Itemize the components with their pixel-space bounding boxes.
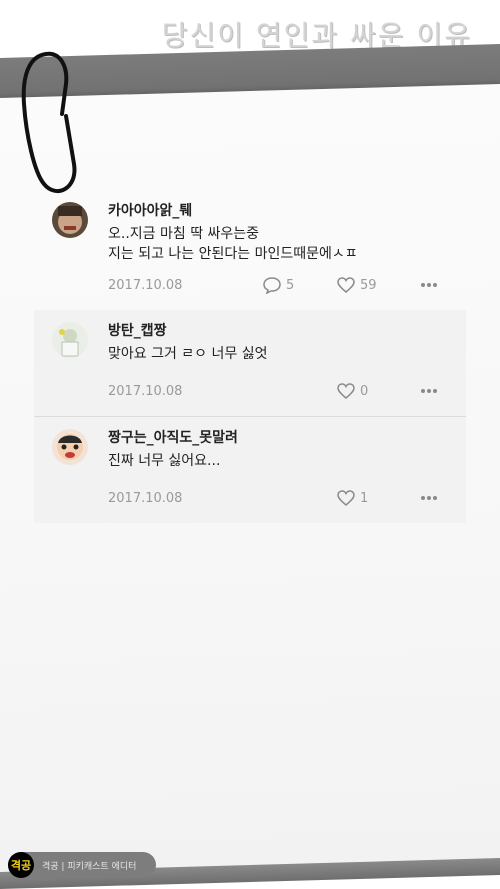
reply-button[interactable]: 5: [262, 276, 294, 294]
comment-text: 오..지금 마침 딱 싸우는중 지는 되고 나는 안된다는 마인드때문에ㅅㅍ: [108, 224, 446, 264]
like-button[interactable]: 1: [336, 489, 368, 507]
reply-date: 2017.10.08: [108, 491, 183, 506]
more-dots-icon[interactable]: [420, 282, 438, 288]
avatar[interactable]: [52, 202, 88, 238]
like-count: 59: [360, 277, 377, 293]
heart-icon: [337, 490, 355, 506]
comment-text-line: 지는 되고 나는 안된다는 마인드때문에ㅅㅍ: [108, 246, 358, 262]
reply-text: 맞아요 그거 ㄹㅇ 너무 싫엇: [108, 346, 268, 362]
like-button[interactable]: 59: [336, 276, 377, 294]
heart-icon: [337, 277, 355, 293]
reply-list: 방탄_캡짱 맞아요 그거 ㄹㅇ 너무 싫엇 2017.10.08 0 짱구는_아…: [34, 310, 466, 523]
comment-date: 2017.10.08: [108, 278, 183, 293]
paperclip-icon: [21, 51, 77, 194]
footer-text: 격공 | 피키캐스트 에디터: [42, 861, 137, 872]
reply-date: 2017.10.08: [108, 384, 183, 399]
like-count: 1: [360, 490, 369, 506]
more-dots-icon[interactable]: [420, 495, 438, 501]
footer-logo: 격공: [8, 852, 34, 878]
reply-username[interactable]: 방탄_캡짱: [108, 322, 446, 340]
comment-meta: 2017.10.08 5 59: [108, 276, 438, 296]
like-button[interactable]: 0: [336, 382, 368, 400]
avatar[interactable]: [52, 322, 88, 358]
comment-item: 카아아아앍_퉤 오..지금 마침 딱 싸우는중 지는 되고 나는 안된다는 마인…: [34, 190, 466, 310]
reply-item: 방탄_캡짱 맞아요 그거 ㄹㅇ 너무 싫엇 2017.10.08 0: [34, 310, 466, 416]
avatar[interactable]: [52, 429, 88, 465]
reply-username[interactable]: 짱구는_아직도_못말려: [108, 429, 446, 447]
comment-text-line: 오..지금 마침 딱 싸우는중: [108, 226, 260, 242]
reply-meta: 2017.10.08 1: [108, 489, 438, 509]
reply-meta: 2017.10.08 0: [108, 382, 438, 402]
more-dots-icon[interactable]: [420, 388, 438, 394]
footer-badge[interactable]: 격공 격공 | 피키캐스트 에디터: [8, 852, 156, 878]
reply-text: 진짜 너무 싫어요...: [108, 453, 221, 469]
speech-bubble-icon: [263, 277, 281, 294]
heart-icon: [337, 383, 355, 399]
comment-username[interactable]: 카아아아앍_퉤: [108, 202, 446, 220]
like-count: 0: [360, 383, 369, 399]
reply-count: 5: [286, 277, 295, 293]
comment-list: 카아아아앍_퉤 오..지금 마침 딱 싸우는중 지는 되고 나는 안된다는 마인…: [34, 190, 466, 523]
reply-item: 짱구는_아직도_못말려 진짜 너무 싫어요... 2017.10.08 1: [34, 416, 466, 523]
